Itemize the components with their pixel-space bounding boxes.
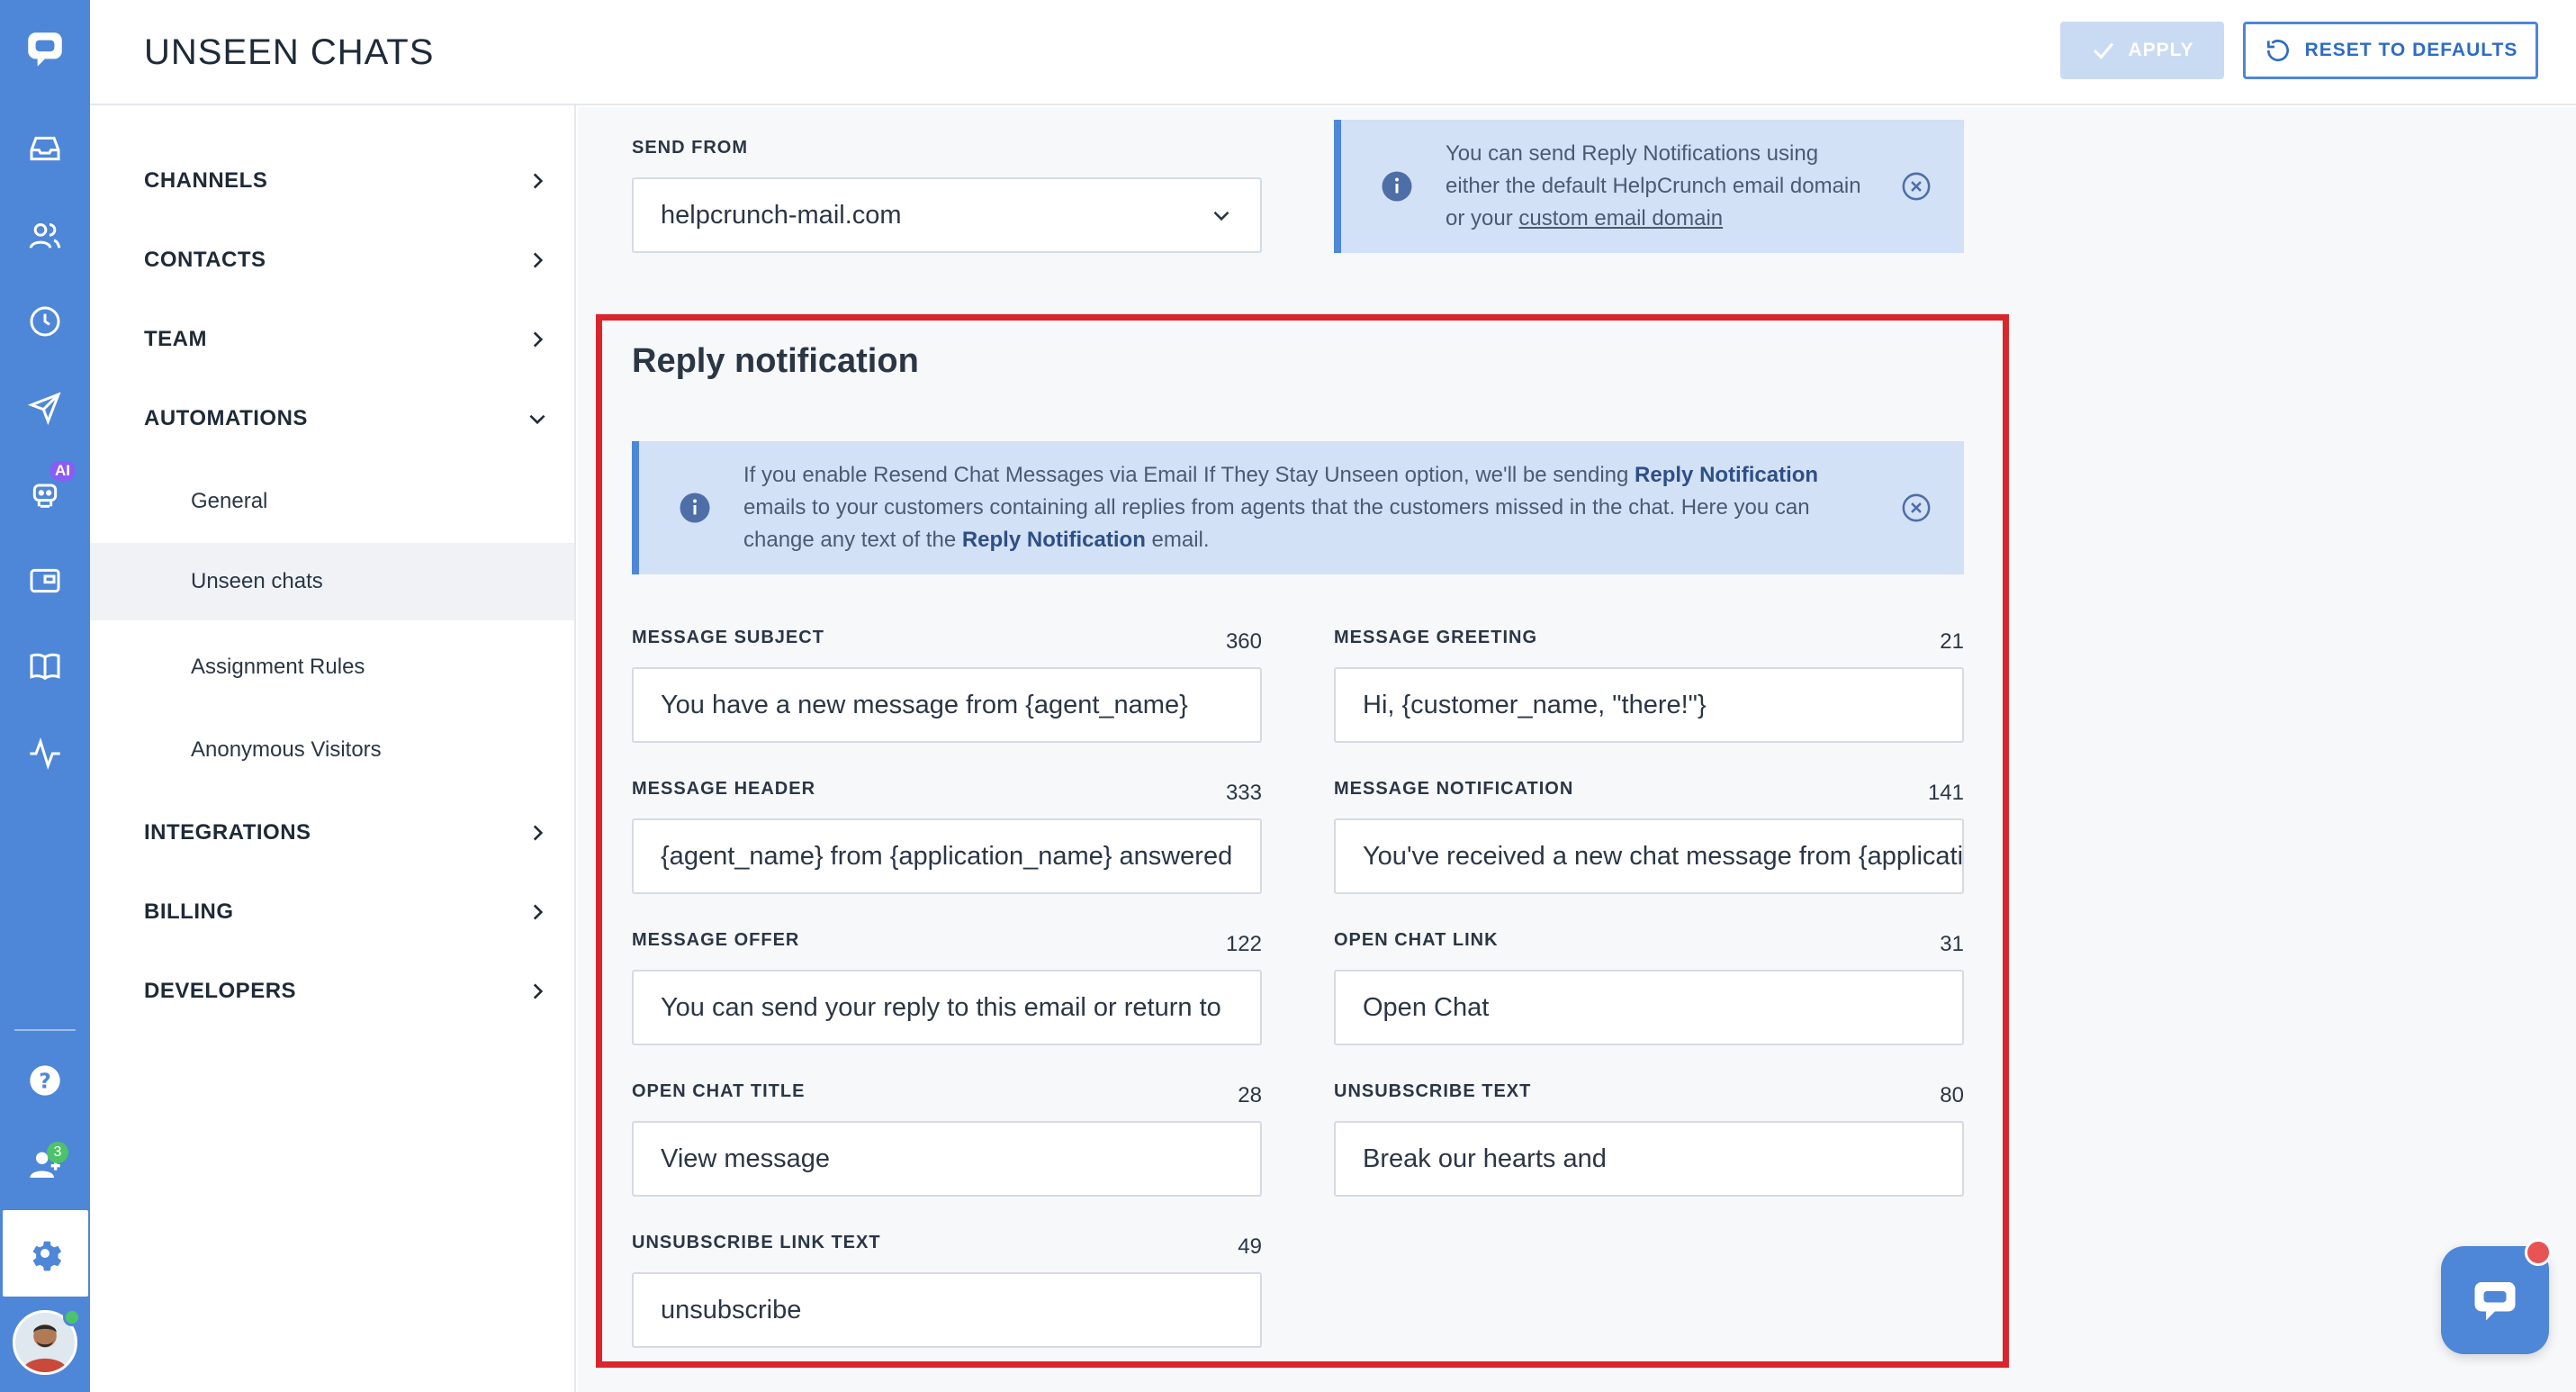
close-circle-icon[interactable] xyxy=(1901,171,1932,202)
svg-text:?: ? xyxy=(39,1068,51,1093)
open-chat-link-counter: 31 xyxy=(1940,932,1964,956)
message-offer-label: MESSAGE OFFER xyxy=(632,930,800,950)
reply-info-text: If you enable Resend Chat Messages via E… xyxy=(743,459,1874,556)
reset-icon xyxy=(2266,40,2289,62)
info-text-bold: Reply Notification xyxy=(1635,463,1819,487)
chevron-right-icon xyxy=(533,904,544,920)
domain-info-box: You can send Reply Notifications using e… xyxy=(1334,120,1964,253)
nav-item-integrations[interactable]: INTEGRATIONS xyxy=(144,806,549,860)
info-text-part: If you enable Resend Chat Messages via E… xyxy=(743,463,1635,487)
unsubscribe-text-label: UNSUBSCRIBE TEXT xyxy=(1334,1081,1532,1101)
unsubscribe-link-text-counter: 49 xyxy=(1238,1234,1262,1259)
nav-item-contacts[interactable]: CONTACTS xyxy=(144,233,549,287)
open-chat-link-input[interactable]: Open Chat xyxy=(1334,970,1964,1045)
message-header-counter: 333 xyxy=(1225,781,1262,805)
notification-dot xyxy=(2525,1239,2552,1266)
ai-badge: AI xyxy=(50,461,75,481)
message-greeting-counter: 21 xyxy=(1940,629,1964,654)
send-from-value: helpcrunch-mail.com xyxy=(661,200,902,230)
message-notification-label: MESSAGE NOTIFICATION xyxy=(1334,779,1574,799)
chevron-right-icon xyxy=(533,331,544,348)
inbox-icon[interactable] xyxy=(23,126,68,171)
unsubscribe-link-text-input[interactable]: unsubscribe xyxy=(632,1272,1262,1348)
unsubscribe-text-input[interactable]: Break our hearts and xyxy=(1334,1121,1964,1197)
nav-item-team[interactable]: TEAM xyxy=(144,312,549,366)
gear-icon[interactable] xyxy=(23,1231,68,1276)
chevron-right-icon xyxy=(533,983,544,999)
close-circle-icon[interactable] xyxy=(1901,493,1932,523)
check-icon xyxy=(2094,42,2114,59)
chevron-down-icon xyxy=(529,414,545,425)
card-icon[interactable] xyxy=(23,558,68,603)
message-offer-input[interactable]: You can send your reply to this email or… xyxy=(632,970,1262,1045)
message-offer-counter: 122 xyxy=(1225,932,1262,956)
chevron-down-icon xyxy=(1213,211,1229,221)
send-from-select[interactable]: helpcrunch-mail.com xyxy=(632,177,1262,253)
nav-sub-anonymous-visitors[interactable]: Anonymous Visitors xyxy=(90,711,574,789)
message-header-label: MESSAGE HEADER xyxy=(632,779,816,799)
message-notification-input[interactable]: You've received a new chat message from … xyxy=(1334,818,1964,894)
open-chat-title-label: OPEN CHAT TITLE xyxy=(632,1081,806,1101)
online-status-dot xyxy=(63,1308,81,1326)
nav-item-channels[interactable]: CHANNELS xyxy=(144,154,549,208)
message-subject-counter: 360 xyxy=(1225,629,1262,654)
reset-button-label: RESET TO DEFAULTS xyxy=(2304,40,2518,60)
nav-item-label: DEVELOPERS xyxy=(144,979,297,1003)
reply-info-box: If you enable Resend Chat Messages via E… xyxy=(632,441,1964,574)
nav-item-billing[interactable]: BILLING xyxy=(144,885,549,939)
info-icon xyxy=(680,493,710,523)
nav-sub-assignment-rules[interactable]: Assignment Rules xyxy=(90,628,574,706)
unsubscribe-text-counter: 80 xyxy=(1940,1083,1964,1107)
clock-icon[interactable] xyxy=(23,299,68,344)
help-icon[interactable]: ? xyxy=(23,1058,68,1103)
info-text-part: emails to your customers containing all … xyxy=(743,495,1810,552)
chevron-right-icon xyxy=(533,825,544,841)
nav-item-automations[interactable]: AUTOMATIONS xyxy=(144,392,549,446)
message-greeting-label: MESSAGE GREETING xyxy=(1334,628,1538,647)
message-header-input[interactable]: {agent_name} from {application_name} ans… xyxy=(632,818,1262,894)
book-icon[interactable] xyxy=(23,644,68,689)
top-header: UNSEEN CHATS APPLY RESET TO DEFAULTS xyxy=(90,0,2576,105)
custom-email-domain-link[interactable]: custom email domain xyxy=(1518,206,1723,230)
nav-sub-general[interactable]: General xyxy=(90,463,574,540)
message-notification-counter: 141 xyxy=(1927,781,1964,805)
chevron-right-icon xyxy=(533,173,544,189)
page-title: UNSEEN CHATS xyxy=(144,32,435,72)
nav-item-label: INTEGRATIONS xyxy=(144,820,311,845)
message-subject-input[interactable]: You have a new message from {agent_name} xyxy=(632,667,1262,743)
nav-item-label: TEAM xyxy=(144,327,207,351)
send-icon[interactable] xyxy=(23,385,68,430)
nav-item-label: CHANNELS xyxy=(144,168,268,193)
open-chat-link-label: OPEN CHAT LINK xyxy=(1334,930,1499,950)
rail-divider xyxy=(14,1029,76,1031)
contacts-icon[interactable] xyxy=(23,213,68,258)
info-text-part: email. xyxy=(1145,528,1210,552)
nav-item-developers[interactable]: DEVELOPERS xyxy=(144,964,549,1018)
info-text-bold: Reply Notification xyxy=(961,528,1146,552)
apply-button-label: APPLY xyxy=(2128,40,2194,60)
apply-button[interactable]: APPLY xyxy=(2060,22,2224,79)
chat-launcher-icon xyxy=(2474,1282,2516,1321)
settings-nav: CHANNELS CONTACTS TEAM AUTOMATIONS Gener… xyxy=(90,105,576,1392)
chevron-right-icon xyxy=(533,252,544,268)
nav-item-label: CONTACTS xyxy=(144,248,266,272)
icon-rail: AI ? 3 xyxy=(0,0,90,1392)
section-title: Reply notification xyxy=(632,342,919,380)
nav-item-label: BILLING xyxy=(144,899,234,924)
message-greeting-input[interactable]: Hi, {customer_name, "there!"} xyxy=(1334,667,1964,743)
open-chat-title-counter: 28 xyxy=(1238,1083,1262,1107)
nav-item-label: AUTOMATIONS xyxy=(144,406,308,430)
send-from-label: SEND FROM xyxy=(632,138,748,158)
unsubscribe-link-text-label: UNSUBSCRIBE LINK TEXT xyxy=(632,1233,881,1252)
message-subject-label: MESSAGE SUBJECT xyxy=(632,628,824,647)
nav-sub-unseen-chats[interactable]: Unseen chats xyxy=(90,543,574,620)
open-chat-title-input[interactable]: View message xyxy=(632,1121,1262,1197)
chat-logo-icon[interactable] xyxy=(23,27,68,72)
reset-to-defaults-button[interactable]: RESET TO DEFAULTS xyxy=(2243,22,2538,79)
team-count-badge: 3 xyxy=(47,1142,68,1163)
domain-info-text: You can send Reply Notifications using e… xyxy=(1446,138,1874,235)
activity-icon[interactable] xyxy=(23,731,68,776)
info-icon xyxy=(1382,171,1412,202)
